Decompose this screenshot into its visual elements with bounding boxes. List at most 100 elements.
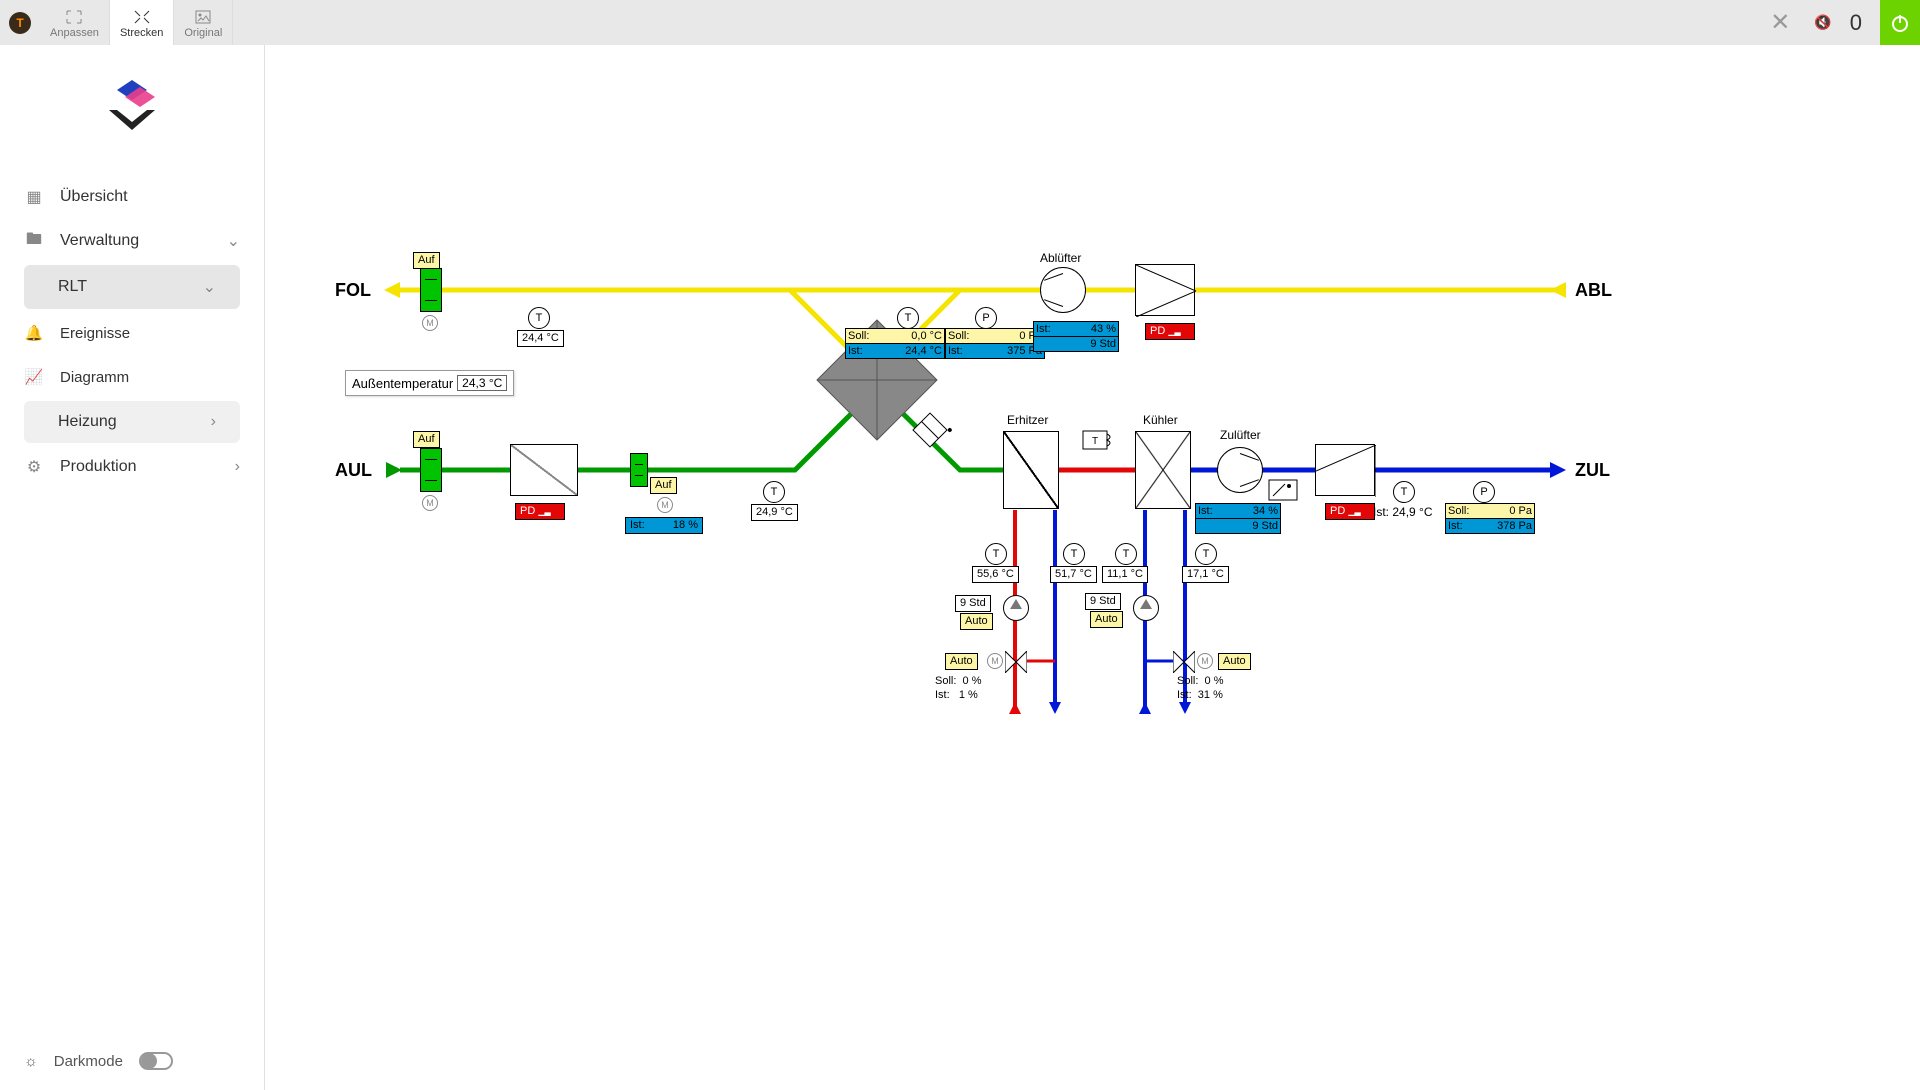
flow-arrow-icon (1139, 702, 1151, 714)
sidebar-item-label: Verwaltung (60, 232, 139, 250)
topbar: T Anpassen Strecken Original ✕ 🔇 0 (0, 0, 1920, 45)
heater-label: Erhitzer (1007, 413, 1048, 427)
cooler-label: Kühler (1143, 413, 1178, 427)
fit-icon (64, 9, 84, 25)
heater-return-temp: 51,7 °C (1050, 566, 1097, 583)
bell-icon: 🔔 (24, 323, 44, 343)
folder-icon: 🖿 (24, 231, 44, 251)
motor-icon: M (657, 497, 673, 513)
cooler-valve-auto[interactable]: Auto (1218, 653, 1251, 670)
cooler-valve[interactable] (1173, 651, 1195, 673)
cooler-return-temp: 17,1 °C (1182, 566, 1229, 583)
motor-icon: M (987, 653, 1003, 669)
close-icon[interactable]: ✕ (1756, 8, 1804, 37)
original-button[interactable]: Original (174, 0, 233, 45)
aul-pd-alarm[interactable]: PD ▁▃ (515, 503, 565, 520)
brand-logo (0, 65, 264, 175)
cooler-soll-row: Soll: 0 % (1177, 675, 1224, 687)
chevron-right-icon: › (211, 413, 216, 431)
sidebar-item-label: Heizung (58, 413, 117, 431)
temp-sensor-icon: T (1195, 543, 1217, 565)
cooler-coil (1135, 431, 1191, 509)
cooler-pump-time: 9 Std (1085, 593, 1121, 610)
outside-temp-label: Außentemperatur (352, 376, 453, 391)
stretch-button[interactable]: Strecken (110, 0, 174, 45)
heater-supply-temp: 55,6 °C (972, 566, 1019, 583)
fit-label: Anpassen (50, 27, 99, 39)
darkmode-row: ☼ Darkmode (0, 1032, 264, 1090)
heater-pump-auto[interactable]: Auto (960, 613, 993, 630)
chevron-down-icon: ⌄ (227, 231, 240, 251)
bypass-ist-box: Ist: 18 % (625, 517, 703, 534)
sidebar-item-production[interactable]: ⚙ Produktion › (0, 445, 264, 489)
outside-temp-box: Außentemperatur 24,3 °C (345, 370, 514, 396)
cooler-pump[interactable] (1133, 595, 1159, 621)
original-label: Original (184, 27, 222, 39)
flow-arrow-icon (1179, 702, 1191, 714)
heater-valve-auto[interactable]: Auto (945, 653, 978, 670)
motor-icon: M (422, 315, 438, 331)
sidebar-item-heating[interactable]: Heizung › (24, 401, 240, 443)
abl-arrow-icon (1550, 282, 1566, 298)
abl-temp-pair: Soll:0,0 °C Ist:24,4 °C (845, 328, 945, 359)
fol-temp-value: 24,4 °C (517, 330, 564, 347)
heater-pump-time: 9 Std (955, 595, 991, 612)
hvac-diagram: T FOL ABL AUL ZUL Auf M Auf M Auf M T 24… (265, 45, 1920, 1090)
power-button[interactable] (1880, 0, 1920, 45)
motor-icon: M (422, 495, 438, 511)
sidebar: ▦ Übersicht 🖿 Verwaltung ⌄ RLT ⌄ 🔔 Ereig… (0, 45, 265, 1090)
flow-arrow-icon (1009, 702, 1021, 714)
temp-sensor-icon: T (985, 543, 1007, 565)
chart-icon: 📈 (24, 367, 44, 387)
image-icon (193, 9, 213, 25)
zul-temp-readout: Ist: 24,9 °C (1373, 505, 1433, 519)
cooler-pump-auto[interactable]: Auto (1090, 611, 1123, 628)
sidebar-item-overview[interactable]: ▦ Übersicht (0, 175, 264, 219)
darkmode-toggle[interactable] (139, 1052, 173, 1070)
fol-damper-state: Auf (413, 252, 440, 269)
sidebar-item-rlt[interactable]: RLT ⌄ (24, 265, 240, 309)
svg-text:T: T (16, 16, 24, 30)
abl-pd-alarm[interactable]: PD ▁▃ (1145, 323, 1195, 340)
temp-sensor-icon: T (763, 481, 785, 503)
zul-fan[interactable] (1217, 447, 1263, 493)
heater-soll-row: Soll: 0 % (935, 675, 982, 687)
fit-button[interactable]: Anpassen (40, 0, 110, 45)
sidebar-item-label: Produktion (60, 458, 137, 476)
sidebar-item-admin[interactable]: 🖿 Verwaltung ⌄ (0, 219, 264, 263)
temp-sensor-icon: T (528, 307, 550, 329)
flow-arrow-icon (1049, 702, 1061, 714)
zul-pressure-pair: Soll:0 Pa Ist:378 Pa (1445, 503, 1535, 534)
abl-filter (1135, 264, 1195, 316)
sidebar-item-events[interactable]: 🔔 Ereignisse (0, 311, 264, 355)
bypass-damper[interactable] (630, 453, 648, 487)
zul-arrow-icon (1550, 462, 1566, 478)
mix-temp-value: 24,9 °C (751, 504, 798, 521)
heater-valve[interactable] (1005, 651, 1027, 673)
heater-pump[interactable] (1003, 595, 1029, 621)
aul-filter (510, 444, 578, 496)
aul-damper[interactable] (420, 448, 442, 492)
zul-fan-label: Zulüfter (1220, 428, 1261, 442)
sidebar-item-label: Ereignisse (60, 325, 130, 342)
stretch-label: Strecken (120, 27, 163, 39)
zul-label: ZUL (1575, 460, 1610, 481)
sidebar-item-diagram[interactable]: 📈 Diagramm (0, 355, 264, 399)
abl-label: ABL (1575, 280, 1612, 301)
abl-fan-info: Ist:43 % 9 Std (1033, 321, 1119, 352)
outside-temp-value: 24,3 °C (457, 375, 507, 391)
abl-fan[interactable] (1040, 267, 1086, 313)
heater-ist-row: Ist: 1 % (935, 689, 978, 701)
zul-pd-alarm[interactable]: PD ▁▃ (1325, 503, 1375, 520)
chevron-down-icon: ⌄ (203, 277, 216, 297)
fol-arrow-icon (384, 282, 400, 298)
volume-muted-icon[interactable]: 🔇 (1814, 14, 1831, 31)
cooler-ist-row: Ist: 31 % (1177, 689, 1223, 701)
sidebar-item-label: Diagramm (60, 369, 129, 386)
abl-fan-label: Ablüfter (1040, 251, 1081, 265)
pressure-sensor-icon: P (975, 307, 997, 329)
fol-damper[interactable] (420, 268, 442, 312)
temp-sensor-icon: T (1115, 543, 1137, 565)
heater-coil (1003, 431, 1059, 509)
zul-fan-info: Ist:34 % 9 Std (1195, 503, 1281, 534)
